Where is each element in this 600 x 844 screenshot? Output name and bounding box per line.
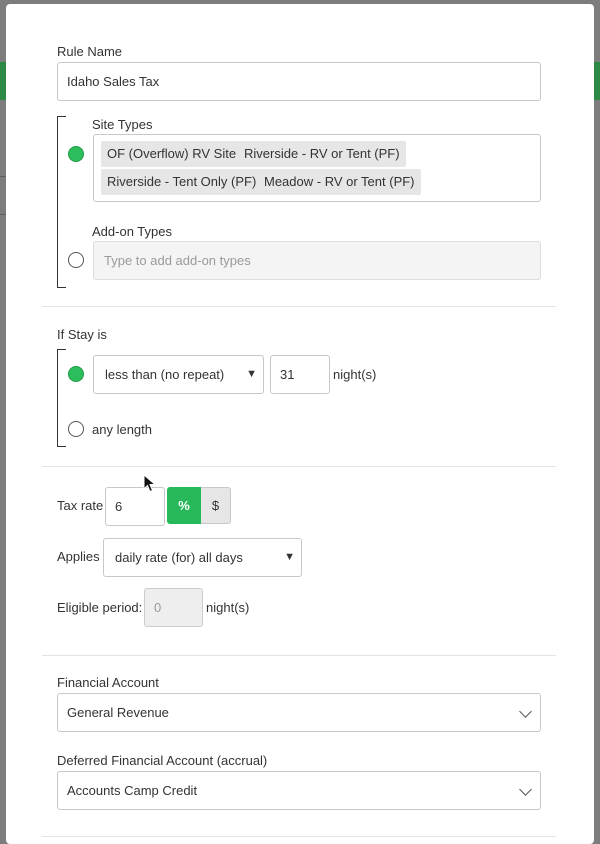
- stay-condition-value: less than (no repeat): [105, 367, 225, 382]
- type-choice-bracket: [57, 116, 66, 288]
- chevron-down-icon: [519, 705, 532, 718]
- financial-account-value: General Revenue: [67, 705, 169, 720]
- deferred-account-value: Accounts Camp Credit: [67, 783, 198, 798]
- applies-select[interactable]: daily rate (for) all days ▼: [103, 538, 302, 577]
- stay-nights-unit: night(s): [333, 367, 377, 382]
- addon-types-label: Add-on Types: [92, 224, 172, 239]
- deferred-account-label: Deferred Financial Account (accrual): [57, 753, 268, 768]
- section-divider: [42, 836, 556, 837]
- financial-account-label: Financial Account: [57, 675, 159, 690]
- chevron-down-icon: ▼: [246, 368, 257, 380]
- stay-choice-bracket: [57, 349, 66, 447]
- any-length-radio[interactable]: [68, 421, 84, 437]
- eligible-period-label: Eligible period:: [57, 600, 143, 615]
- tax-rule-modal: Rule Name Idaho Sales Tax Site Types OF …: [6, 4, 594, 844]
- site-type-tag[interactable]: OF (Overflow) RV Site: [101, 141, 243, 167]
- site-type-tag[interactable]: Riverside - RV or Tent (PF): [238, 141, 406, 167]
- rule-name-input[interactable]: Idaho Sales Tax: [57, 62, 541, 101]
- eligible-period-input[interactable]: 0: [144, 588, 203, 627]
- section-divider: [42, 655, 556, 656]
- site-type-tag[interactable]: Riverside - Tent Only (PF): [101, 169, 263, 195]
- stay-nights-input[interactable]: 31: [270, 355, 330, 394]
- site-types-radio[interactable]: [68, 146, 84, 162]
- rule-name-label: Rule Name: [57, 44, 123, 59]
- applies-label: Applies: [57, 549, 100, 564]
- site-types-input[interactable]: OF (Overflow) RV Site Riverside - RV or …: [93, 134, 541, 202]
- percent-toggle-button[interactable]: %: [167, 487, 201, 524]
- deferred-account-select[interactable]: Accounts Camp Credit: [57, 771, 541, 810]
- section-divider: [42, 306, 556, 307]
- stay-label: If Stay is: [57, 327, 107, 342]
- tax-rate-label: Tax rate: [57, 498, 104, 513]
- addon-types-input[interactable]: Type to add add-on types: [93, 241, 541, 280]
- stay-condition-select[interactable]: less than (no repeat) ▼: [93, 355, 264, 394]
- financial-account-select[interactable]: General Revenue: [57, 693, 541, 732]
- background-header-strip-right: [594, 62, 600, 100]
- site-types-label: Site Types: [92, 117, 153, 132]
- section-divider: [42, 466, 556, 467]
- stay-condition-radio[interactable]: [68, 366, 84, 382]
- site-type-tag[interactable]: Meadow - RV or Tent (PF): [258, 169, 421, 195]
- chevron-down-icon: [519, 783, 532, 796]
- dollar-toggle-button[interactable]: $: [201, 487, 231, 524]
- chevron-down-icon: ▼: [284, 551, 295, 563]
- mouse-cursor-icon: [143, 474, 157, 493]
- addon-types-radio[interactable]: [68, 252, 84, 268]
- any-length-label: any length: [92, 422, 152, 437]
- applies-value: daily rate (for) all days: [115, 550, 243, 565]
- eligible-period-unit: night(s): [206, 600, 250, 615]
